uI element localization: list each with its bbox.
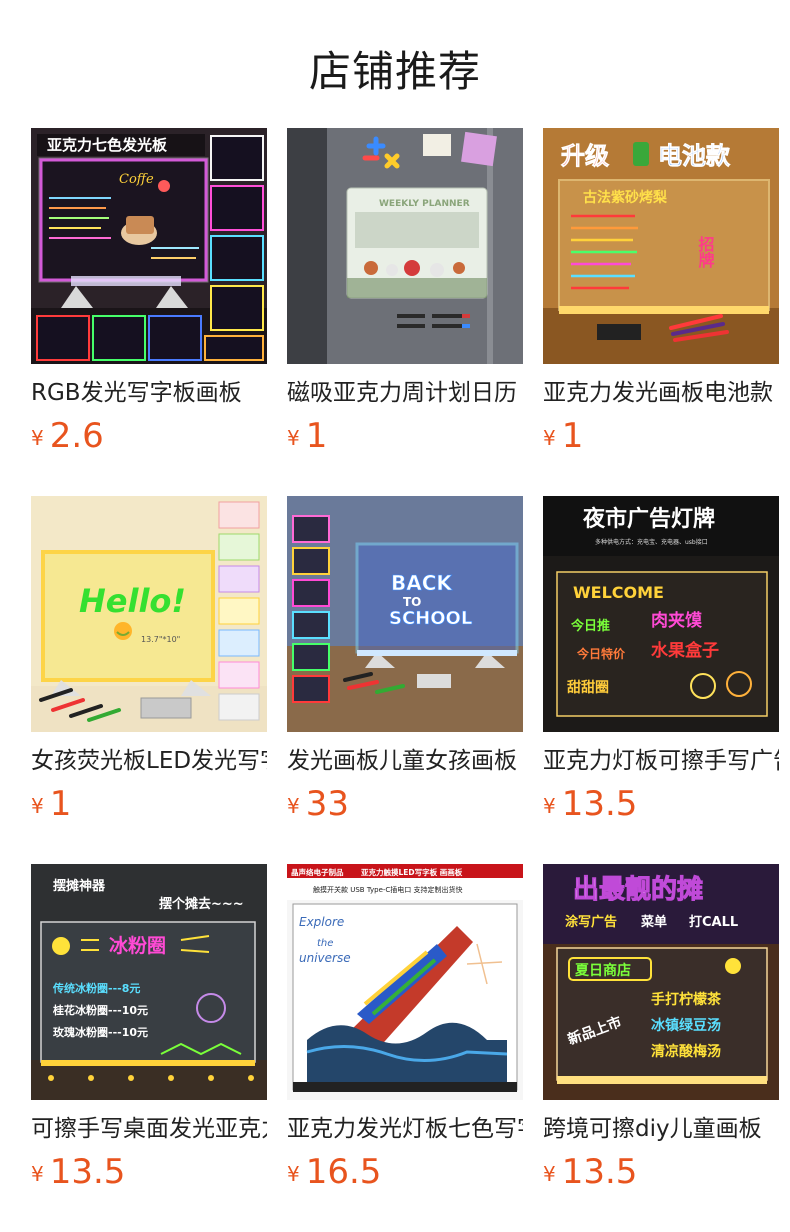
product-name[interactable]: 亚克力灯板可擦手写广告牌 [543,746,779,776]
image-caption: 夜市广告灯牌 [582,506,715,532]
product-image[interactable]: WEEKLY PLANNER [287,128,523,364]
currency-symbol: ¥ [543,1162,556,1186]
product-name[interactable]: 跨境可擦diy儿童画板 [543,1114,779,1144]
currency-symbol: ¥ [287,1162,300,1186]
product-price: ¥2.6 [31,416,267,456]
image-caption: universe [299,951,351,965]
currency-symbol: ¥ [543,426,556,450]
image-caption: 水果盒子 [651,640,719,661]
product-card[interactable]: 摆摊神器 摆个摊去~~~ 冰粉圈 传统冰粉圈---8元 桂花冰粉圈---10元 … [31,864,267,1192]
product-image[interactable]: 升级 电池款 古法紫砂烤梨 招牌 [543,128,779,364]
product-price: ¥1 [31,784,267,824]
product-price: ¥13.5 [543,1152,779,1192]
product-name[interactable]: 亚克力发光灯板七色写字板 [287,1114,523,1144]
image-caption: 今日推 [570,618,610,634]
image-caption: 冰镇绿豆汤 [651,1017,721,1034]
currency-symbol: ¥ [287,794,300,818]
image-caption: 甜甜圈 [567,679,609,696]
image-caption: Hello! [79,582,186,620]
product-name[interactable]: 亚克力发光画板电池款 [543,378,779,408]
image-caption: 亚克力触摸LED写字板 画画板 [361,867,463,877]
product-card[interactable]: Coffe 亚克力七色发光板 RGB发光写字板画板 ¥ 2.6 [31,128,267,456]
product-card[interactable]: 出最靓的摊 涂写广告 菜单 打CALL 夏日商店 手打柠檬茶 新品上市 冰镇绿豆… [543,864,779,1192]
product-price: ¥33 [287,784,523,824]
product-name[interactable]: 发光画板儿童女孩画板 [287,746,523,776]
price-amount: 13.5 [561,1152,638,1192]
product-card[interactable]: 夜市广告灯牌 多种供电方式：充电宝、充电器、usb接口 WELCOME 今日推 … [543,496,779,824]
currency-symbol: ¥ [543,794,556,818]
product-name[interactable]: RGB发光写字板画板 [31,378,267,408]
image-caption: 出最靓的摊 [573,874,703,905]
price-amount: 33 [305,784,349,824]
product-card[interactable]: WEEKLY PLANNER 磁吸亚克力周计划日历 ¥1 [287,128,523,456]
image-caption: SCHOOL [389,608,472,629]
product-image[interactable]: Coffe 亚克力七色发光板 [31,128,267,364]
price-amount: 1 [49,784,72,824]
product-image[interactable]: Hello! 13.7"*10" [31,496,267,732]
image-caption: 冰粉圈 [109,934,166,957]
image-caption: 夏日商店 [575,962,631,979]
image-caption: WEEKLY PLANNER [379,199,470,209]
image-caption: 传统冰粉圈---8元 [52,981,140,995]
image-caption: Explore [299,915,344,929]
price-amount: 13.5 [561,784,638,824]
product-image[interactable]: BACK TO SCHOOL [287,496,523,732]
image-caption: 晶声络电子制品 [291,867,344,877]
product-image[interactable]: 出最靓的摊 涂写广告 菜单 打CALL 夏日商店 手打柠檬茶 新品上市 冰镇绿豆… [543,864,779,1100]
product-price: ¥1 [543,416,779,456]
image-caption: the [317,938,333,949]
image-caption: 摆摊神器 [53,878,106,894]
product-price: ¥13.5 [543,784,779,824]
image-caption: 清凉酸梅汤 [651,1043,721,1060]
image-caption: 菜单 [640,914,667,930]
image-caption: 触摸开关款 USB Type-C插电口 支持定制出货快 [313,885,463,894]
image-caption: 玫瑰冰粉圈---10元 [53,1025,148,1039]
image-caption: 多种供电方式：充电宝、充电器、usb接口 [595,538,708,546]
image-caption: WELCOME [573,583,664,602]
image-caption: 摆个摊去~~~ [159,896,244,912]
image-caption: Coffe [119,172,154,187]
product-card[interactable]: 晶声络电子制品 亚克力触摸LED写字板 画画板 触摸开关款 USB Type-C… [287,864,523,1192]
currency-symbol: ¥ [31,1162,44,1186]
image-caption: BACK [391,571,453,595]
page-title: 店铺推荐 [308,47,481,96]
image-caption: 肉夹馍 [651,610,703,631]
product-card[interactable]: Hello! 13.7"*10" 女孩荧光板LED发光写 ¥ 1 [31,496,267,824]
price-amount: 16.5 [305,1152,382,1192]
image-caption: 古法紫砂烤梨 [583,189,668,206]
image-caption: 电池款 [658,142,731,170]
image-caption: 手打柠檬茶 [651,991,722,1008]
product-name[interactable]: 磁吸亚克力周计划日历 [287,378,523,408]
product-name[interactable]: 女孩荧光板LED发光写字板 [31,746,267,776]
price-amount: 2.6 [49,416,104,456]
image-caption: 升级 [561,142,609,170]
product-image[interactable]: 晶声络电子制品 亚克力触摸LED写字板 画画板 触摸开关款 USB Type-C… [287,864,523,1100]
image-caption: 13.7"*10" [141,635,180,644]
currency-symbol: ¥ [287,426,300,450]
price-amount: 1 [305,416,328,456]
product-card[interactable]: 升级 电池款 古法紫砂烤梨 招牌 亚克力发光画板电池款 ¥ 1 [543,128,779,456]
price-amount: 13.5 [49,1152,126,1192]
price-amount: 1 [561,416,584,456]
image-caption: 桂花冰粉圈---10元 [52,1003,148,1017]
image-caption: TO [403,595,421,609]
product-image[interactable]: 摆摊神器 摆个摊去~~~ 冰粉圈 传统冰粉圈---8元 桂花冰粉圈---10元 … [31,864,267,1100]
currency-symbol: ¥ [31,794,44,818]
product-price: ¥16.5 [287,1152,523,1192]
product-name[interactable]: 可擦手写桌面发光亚克力板 [31,1114,267,1144]
image-caption: 今日特价 [576,646,626,661]
product-price: ¥13.5 [31,1152,267,1192]
product-price: ¥1 [287,416,523,456]
image-caption: 招牌 [696,235,715,269]
currency-symbol: ¥ [31,426,44,450]
image-caption: 涂写广告 [565,914,617,930]
image-caption: 打CALL [689,914,738,930]
product-card[interactable]: BACK TO SCHOOL 发光画板儿童女孩画板 ¥33 [287,496,523,824]
image-caption: 亚克力七色发光板 [47,136,168,154]
product-image[interactable]: 夜市广告灯牌 多种供电方式：充电宝、充电器、usb接口 WELCOME 今日推 … [543,496,779,732]
